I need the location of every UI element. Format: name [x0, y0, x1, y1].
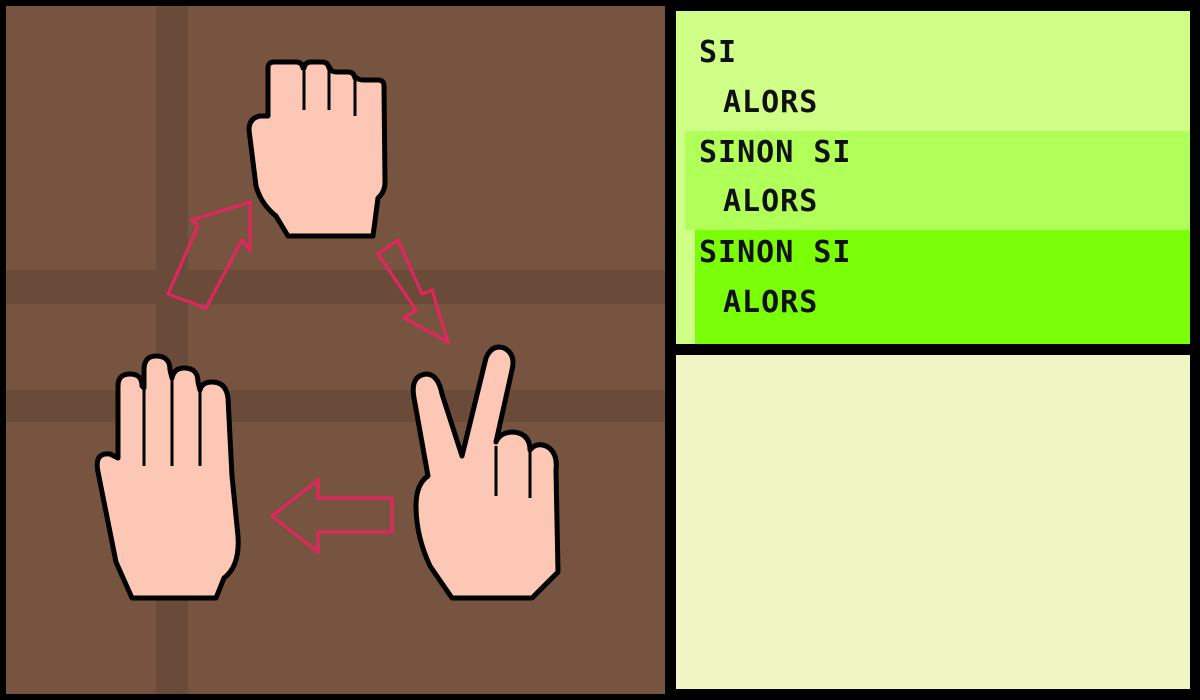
game-board	[6, 6, 665, 694]
board-illustration	[6, 6, 665, 694]
keyword-alors: ALORS	[723, 184, 819, 219]
code-panel: SI ALORS SINON SI ALORS SINON SI ALORS	[676, 11, 1190, 344]
keyword-alors: ALORS	[723, 285, 819, 320]
keyword-alors: ALORS	[723, 85, 819, 120]
open-hand-icon	[94, 353, 241, 601]
keyword-sinon-si: SINON SI	[699, 235, 852, 270]
keyword-si: SI	[699, 35, 738, 70]
output-panel[interactable]	[676, 355, 1190, 689]
keyword-sinon-si: SINON SI	[699, 135, 852, 170]
fist-icon	[246, 59, 388, 239]
peace-sign-hand-icon	[410, 344, 561, 601]
game-screen: SI ALORS SINON SI ALORS SINON SI ALORS	[0, 0, 1200, 700]
arrow-scissors-to-paper	[269, 476, 394, 556]
